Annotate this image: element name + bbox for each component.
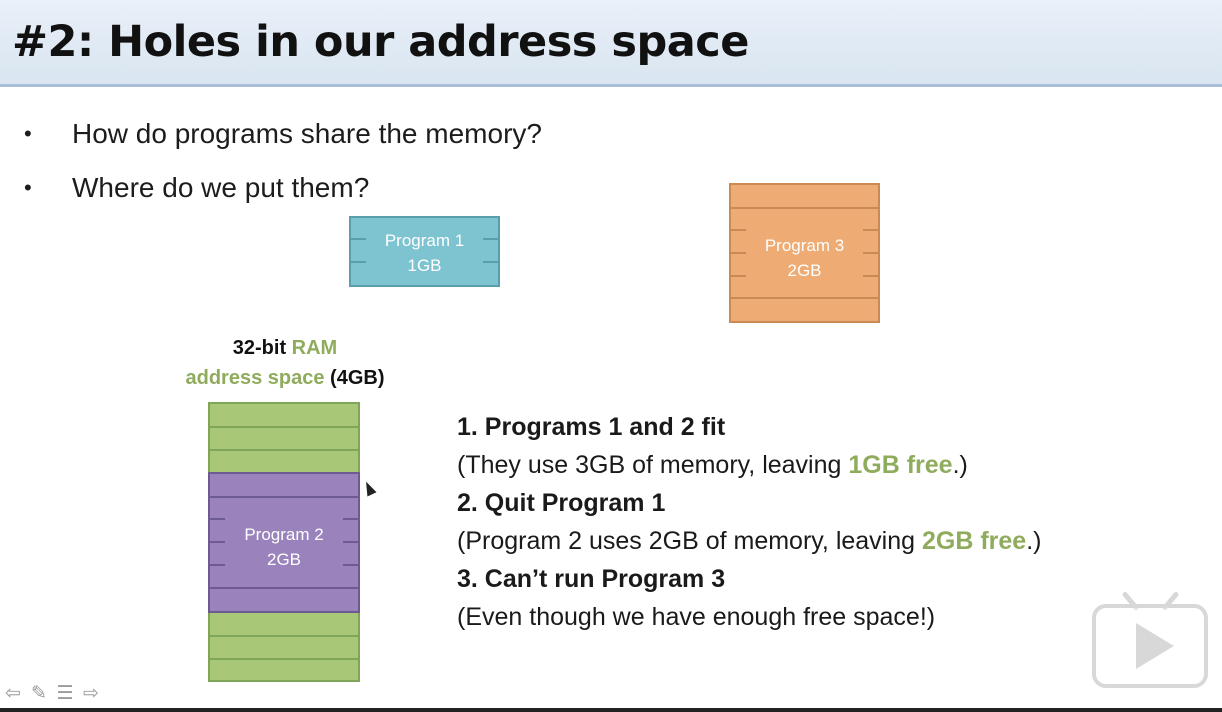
program-3-name: Program 3 [764, 236, 845, 255]
step-2-detail: (Program 2 uses 2GB of memory, leaving 2… [457, 524, 1042, 562]
bullet-item: Where do we put them? [22, 168, 542, 222]
block-notch [731, 229, 746, 231]
step-3-heading: 3. Can’t run Program 3 [457, 565, 726, 593]
bullet-item: How do programs share the memory? [22, 114, 542, 168]
play-triangle-icon [1136, 623, 1174, 669]
block-divider [731, 297, 878, 299]
ram-label: 32-bit RAM address space (4GB) [150, 333, 420, 393]
step-2-heading: 2. Quit Program 1 [457, 489, 666, 517]
step-2-detail-end: .) [1026, 527, 1042, 555]
arrow-right-icon[interactable]: ⇨ [80, 684, 102, 704]
program-2-name: Program 2 [244, 525, 324, 544]
program-1-name: Program 1 [384, 231, 465, 250]
step-1-detail-text: (They use 3GB of memory, leaving [457, 451, 849, 479]
slide-title: #2: Holes in our address space [12, 17, 749, 67]
step-2-highlight: 2GB free [922, 527, 1027, 555]
block-notch [863, 229, 878, 231]
slide-title-bar: #2: Holes in our address space [0, 0, 1222, 87]
pen-icon[interactable]: ✎ [28, 684, 50, 704]
step-1-highlight: 1GB free [848, 451, 953, 479]
block-divider [210, 496, 358, 498]
step-1-heading: 1. Programs 1 and 2 fit [457, 413, 726, 441]
menu-icon[interactable]: ☰ [54, 684, 76, 704]
mouse-cursor-icon [361, 479, 377, 497]
ram-label-bits: 32-bit [232, 337, 287, 359]
ram-divider [210, 658, 358, 660]
ram-label-ram: RAM [291, 337, 338, 359]
program-3-block: Program 3 2GB [729, 183, 880, 323]
step-3-detail: (Even though we have enough free space!) [457, 603, 936, 631]
block-notch [210, 518, 225, 520]
step-1-detail: (They use 3GB of memory, leaving 1GB fre… [457, 448, 1042, 486]
play-button-icon[interactable] [1092, 590, 1210, 690]
block-divider [210, 587, 358, 589]
program-3-size: 2GB [787, 261, 822, 280]
program-2-size: 2GB [266, 550, 302, 569]
block-divider [731, 207, 878, 209]
steps-list: 1. Programs 1 and 2 fit (They use 3GB of… [457, 410, 1042, 638]
bottom-border [0, 708, 1222, 712]
ram-divider [210, 635, 358, 637]
bullet-list: How do programs share the memory? Where … [22, 114, 542, 222]
ram-label-size: (4GB) [330, 367, 385, 389]
ram-divider [210, 426, 358, 428]
slide-nav-toolbar: ⇦ ✎ ☰ ⇨ [2, 684, 102, 704]
program-2-block: Program 2 2GB [208, 472, 360, 613]
arrow-left-icon[interactable]: ⇦ [2, 684, 24, 704]
program-1-size: 1GB [407, 256, 442, 275]
program-1-block: Program 1 1GB [349, 216, 500, 287]
step-2-detail-text: (Program 2 uses 2GB of memory, leaving [457, 527, 922, 555]
ram-divider [210, 449, 358, 451]
ram-label-address-space: address space [185, 367, 325, 389]
block-notch [343, 518, 358, 520]
step-1-detail-end: .) [952, 451, 968, 479]
